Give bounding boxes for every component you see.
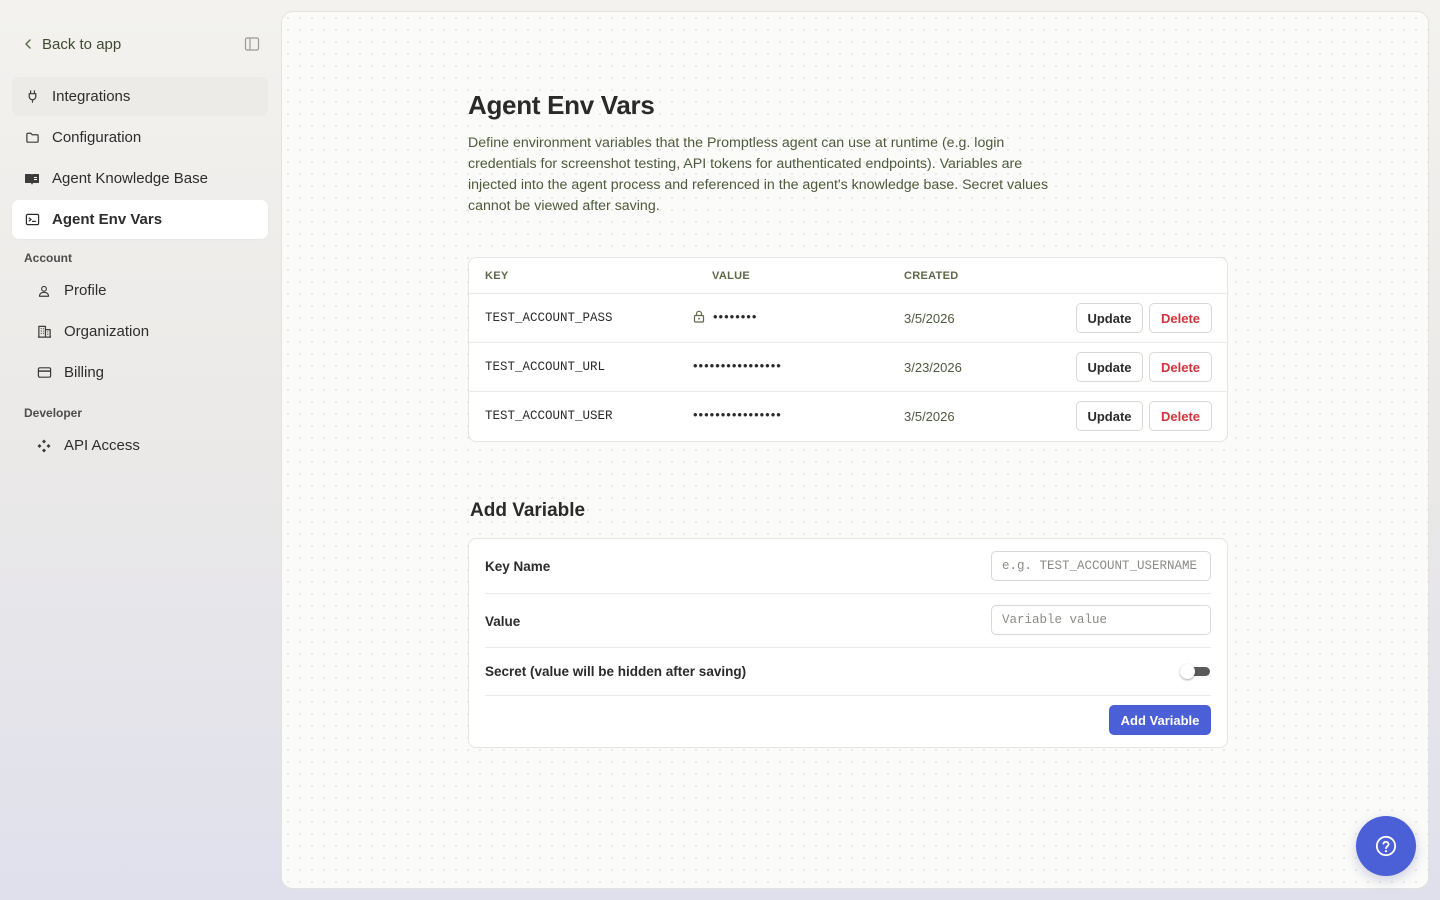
plug-icon xyxy=(24,89,40,105)
env-value: •••••••••••••••• xyxy=(693,407,782,422)
toggle-knob xyxy=(1180,664,1195,679)
add-variable-button[interactable]: Add Variable xyxy=(1109,705,1211,735)
env-key: TEST_ACCOUNT_PASS xyxy=(485,311,613,325)
table-header: KEY VALUE CREATED xyxy=(469,258,1227,294)
env-key: TEST_ACCOUNT_URL xyxy=(485,360,606,374)
sidebar-header: Back to app xyxy=(12,28,268,60)
secret-label: Secret (value will be hidden after savin… xyxy=(485,664,747,679)
column-header-value: VALUE xyxy=(712,269,750,282)
secret-row: Secret (value will be hidden after savin… xyxy=(485,648,1211,696)
update-button[interactable]: Update xyxy=(1076,303,1143,333)
folder-icon xyxy=(24,130,40,146)
update-button[interactable]: Update xyxy=(1076,401,1143,431)
chevron-left-icon xyxy=(25,39,31,49)
key-name-input[interactable] xyxy=(991,551,1211,581)
env-vars-table: KEY VALUE CREATED TEST_ACCOUNT_PASS ••••… xyxy=(468,257,1228,442)
value-input[interactable] xyxy=(991,605,1211,635)
env-value-masked: •••••••••••••••• xyxy=(693,407,782,422)
sidebar-item-label: Organization xyxy=(64,323,150,340)
column-header-key: KEY xyxy=(485,269,509,282)
column-header-created: CREATED xyxy=(904,269,959,282)
page-description: Define environment variables that the Pr… xyxy=(468,135,1049,214)
sidebar-item-billing[interactable]: Billing xyxy=(12,353,268,392)
env-value-masked: •••••••••••••••• xyxy=(693,358,782,373)
book-icon xyxy=(24,171,40,187)
table-row: TEST_ACCOUNT_USER •••••••••••••••• 3/5/2… xyxy=(469,392,1227,441)
sidebar: Back to app Integrations Configuration A… xyxy=(0,0,280,900)
sidebar-item-label: Billing xyxy=(64,364,105,381)
env-created-date: 3/5/2026 xyxy=(904,409,955,424)
page-title: Agent Env Vars xyxy=(468,90,655,120)
help-button[interactable] xyxy=(1356,816,1416,876)
terminal-icon xyxy=(24,212,40,228)
question-circle-icon xyxy=(1375,835,1397,857)
table-row: TEST_ACCOUNT_PASS •••••••• 3/5/2026 Upda… xyxy=(469,294,1227,343)
sidebar-item-profile[interactable]: Profile xyxy=(12,271,268,310)
sidebar-toggle-icon[interactable] xyxy=(244,36,260,52)
env-created-date: 3/5/2026 xyxy=(904,311,955,326)
value-label: Value xyxy=(485,614,521,629)
delete-button[interactable]: Delete xyxy=(1149,401,1212,431)
sidebar-item-label: Integrations xyxy=(52,88,131,105)
main-panel: Agent Env Vars Define environment variab… xyxy=(281,11,1429,889)
credit-card-icon xyxy=(36,365,52,381)
sidebar-item-label: API Access xyxy=(64,437,140,454)
add-variable-heading: Add Variable xyxy=(470,500,586,521)
table-row: TEST_ACCOUNT_URL •••••••••••••••• 3/23/2… xyxy=(469,343,1227,392)
env-created-date: 3/23/2026 xyxy=(904,360,962,375)
value-row: Value xyxy=(485,594,1211,648)
back-to-app-link[interactable]: Back to app xyxy=(12,36,121,53)
sidebar-section-account: Account xyxy=(24,251,72,265)
content: Agent Env Vars Define environment variab… xyxy=(468,90,1228,748)
update-button[interactable]: Update xyxy=(1076,352,1143,382)
sidebar-item-agent-env-vars[interactable]: Agent Env Vars xyxy=(12,200,268,239)
env-value-masked: •••••••• xyxy=(713,309,758,324)
sidebar-item-label: Profile xyxy=(64,282,107,299)
add-variable-form: Key Name Value Secret (value will be hid… xyxy=(468,538,1228,748)
lock-icon xyxy=(693,310,705,323)
key-name-row: Key Name xyxy=(485,539,1211,594)
delete-button[interactable]: Delete xyxy=(1149,303,1212,333)
sidebar-item-integrations[interactable]: Integrations xyxy=(12,77,268,116)
sidebar-item-label: Agent Knowledge Base xyxy=(52,170,208,187)
key-name-label: Key Name xyxy=(485,559,551,574)
sidebar-item-agent-knowledge-base[interactable]: Agent Knowledge Base xyxy=(12,159,268,198)
sidebar-item-label: Agent Env Vars xyxy=(52,211,163,228)
sidebar-item-api-access[interactable]: API Access xyxy=(12,426,268,465)
delete-button[interactable]: Delete xyxy=(1149,352,1212,382)
user-icon xyxy=(36,283,52,299)
sidebar-nav: Integrations Configuration Agent Knowled… xyxy=(12,77,268,467)
sidebar-item-label: Configuration xyxy=(52,129,142,146)
env-value: •••••••••••••••• xyxy=(693,358,782,373)
api-icon xyxy=(36,438,52,454)
back-to-app-label: Back to app xyxy=(42,35,122,53)
sidebar-section-developer: Developer xyxy=(24,406,83,420)
env-key: TEST_ACCOUNT_USER xyxy=(485,409,613,423)
secret-toggle[interactable] xyxy=(1180,664,1210,679)
sidebar-item-configuration[interactable]: Configuration xyxy=(12,118,268,157)
env-value: •••••••• xyxy=(693,309,757,324)
building-icon xyxy=(36,324,52,340)
sidebar-item-organization[interactable]: Organization xyxy=(12,312,268,351)
